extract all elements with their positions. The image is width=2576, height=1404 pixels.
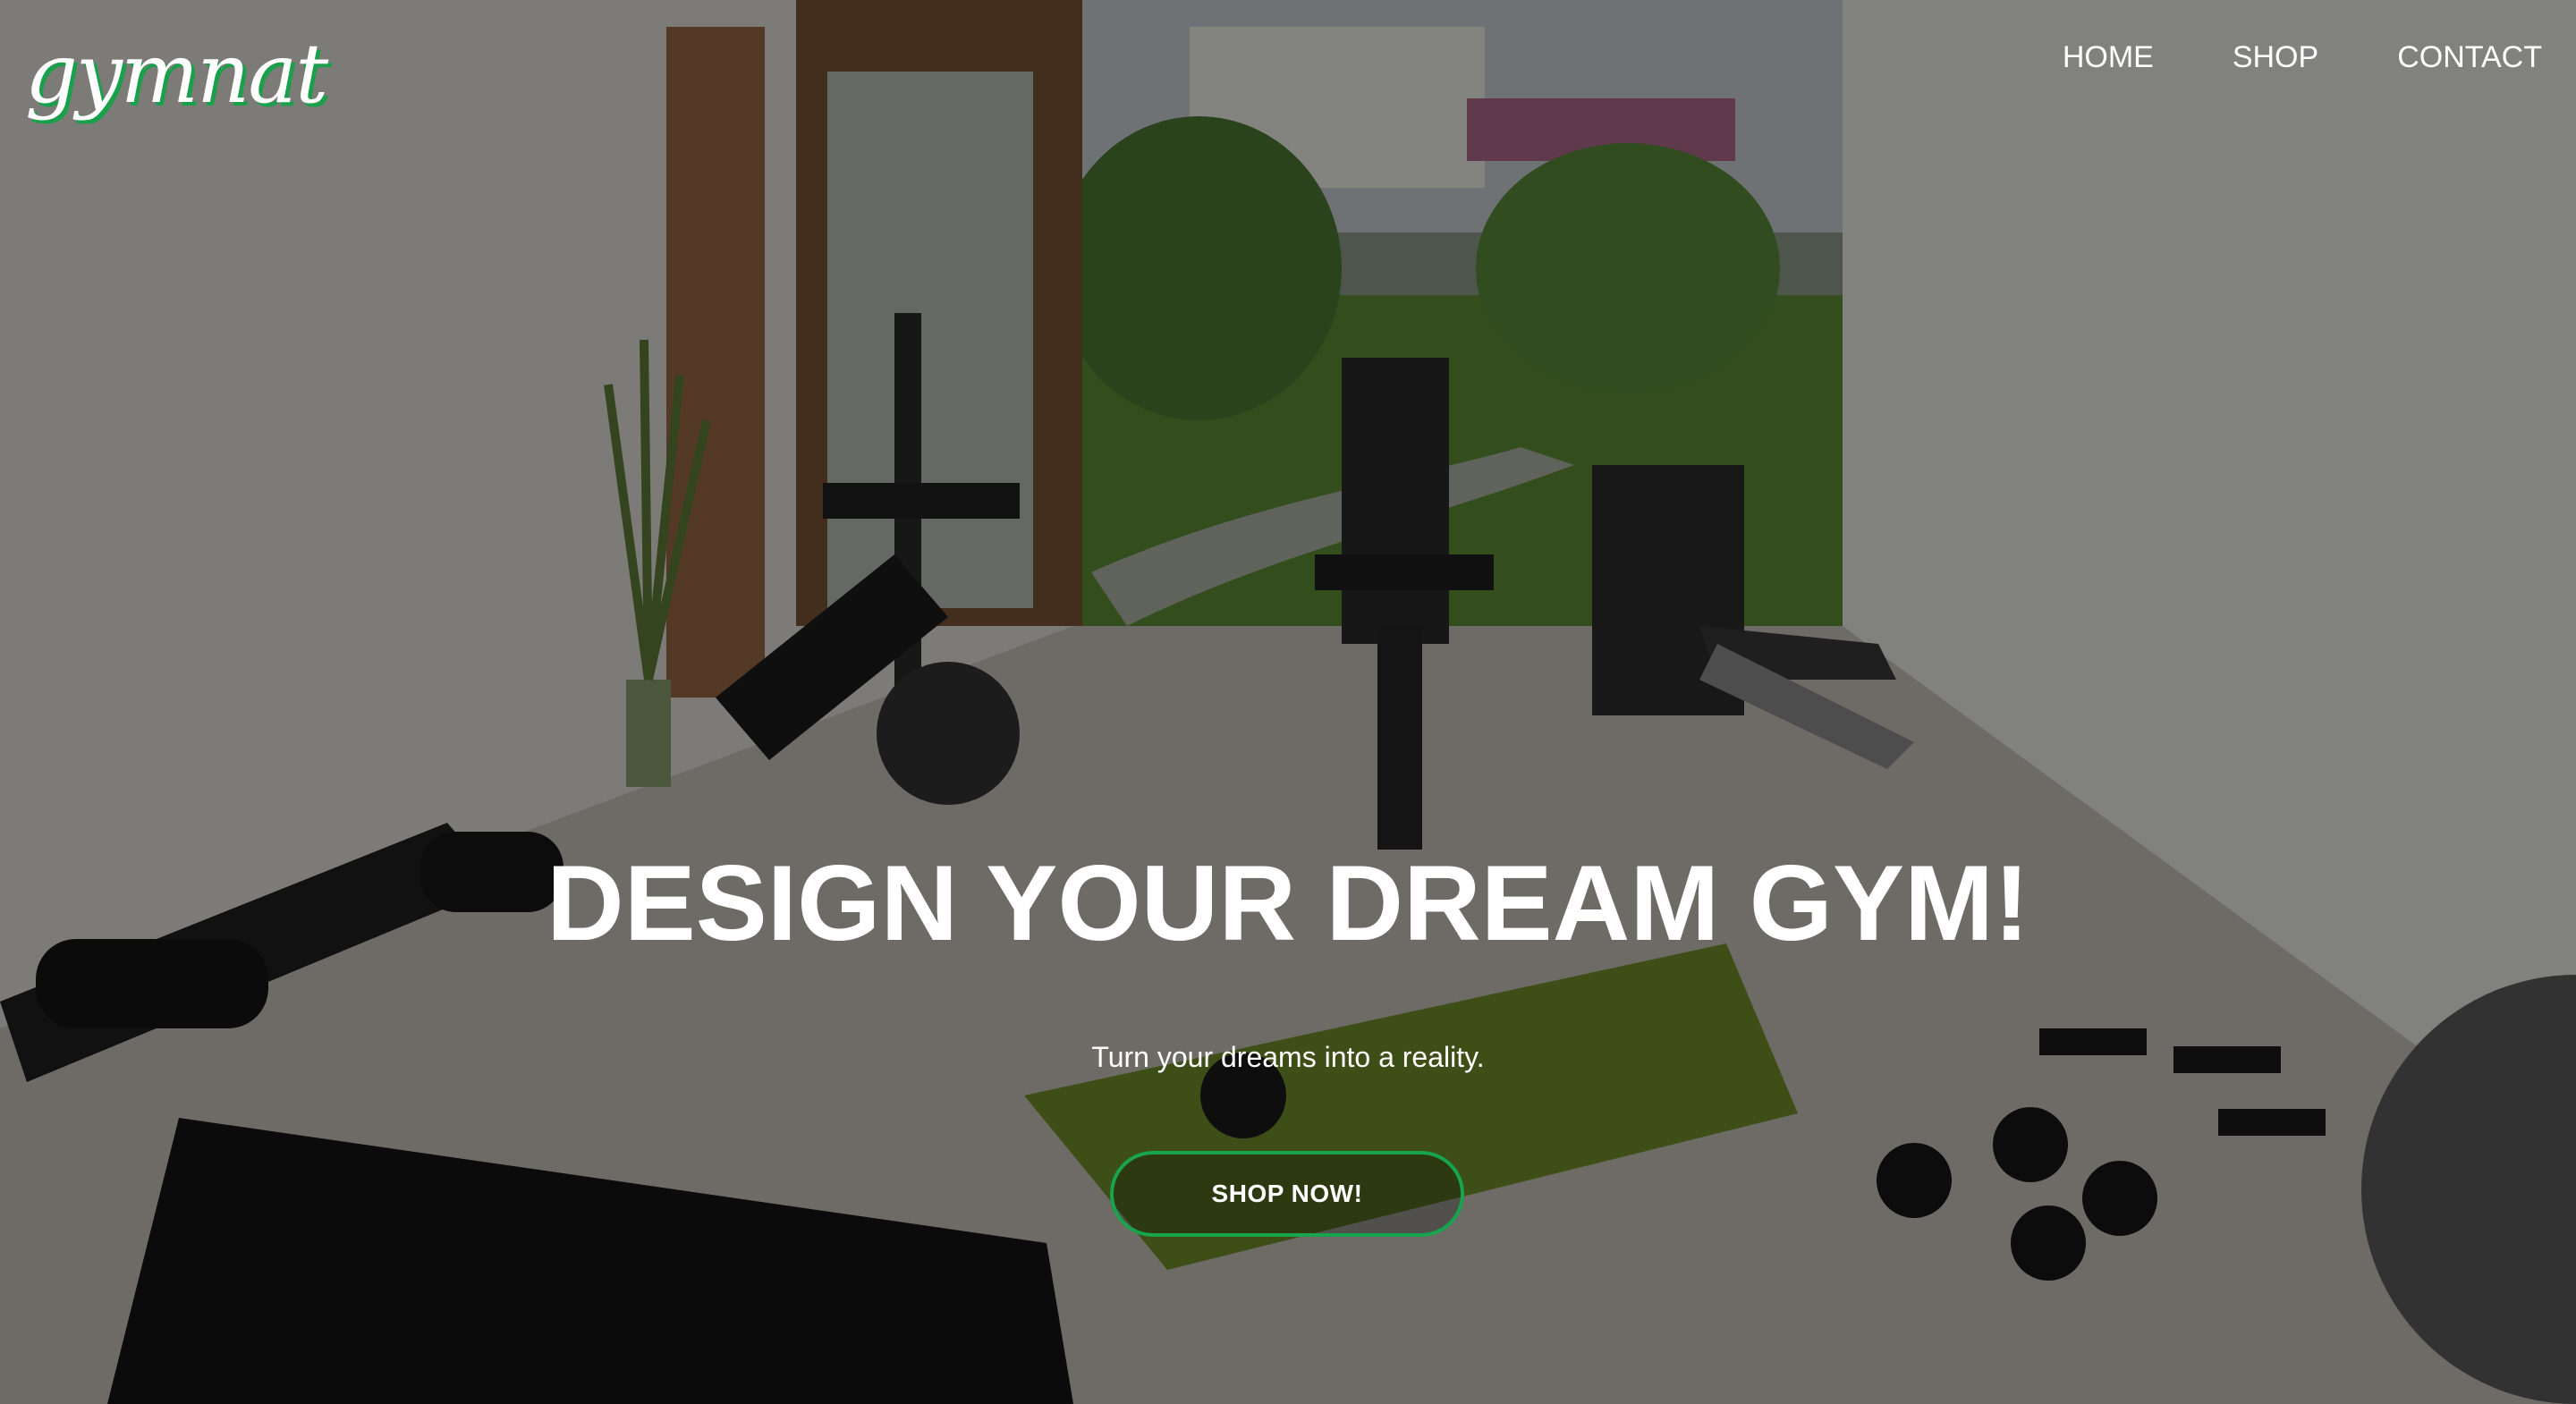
nav-link-contact[interactable]: CONTACT bbox=[2397, 36, 2542, 79]
hero-subheadline: Turn your dreams into a reality. bbox=[1091, 1041, 1485, 1073]
main-nav: HOME SHOP CONTACT bbox=[1984, 36, 2542, 79]
brand-logo[interactable]: gymnat bbox=[25, 25, 328, 123]
nav-link-home[interactable]: HOME bbox=[2063, 36, 2154, 79]
hero-headline: DESIGN YOUR DREAM GYM! bbox=[547, 843, 2029, 963]
nav-link-shop[interactable]: SHOP bbox=[2233, 36, 2318, 79]
shop-now-button[interactable]: SHOP NOW! bbox=[1110, 1151, 1464, 1237]
